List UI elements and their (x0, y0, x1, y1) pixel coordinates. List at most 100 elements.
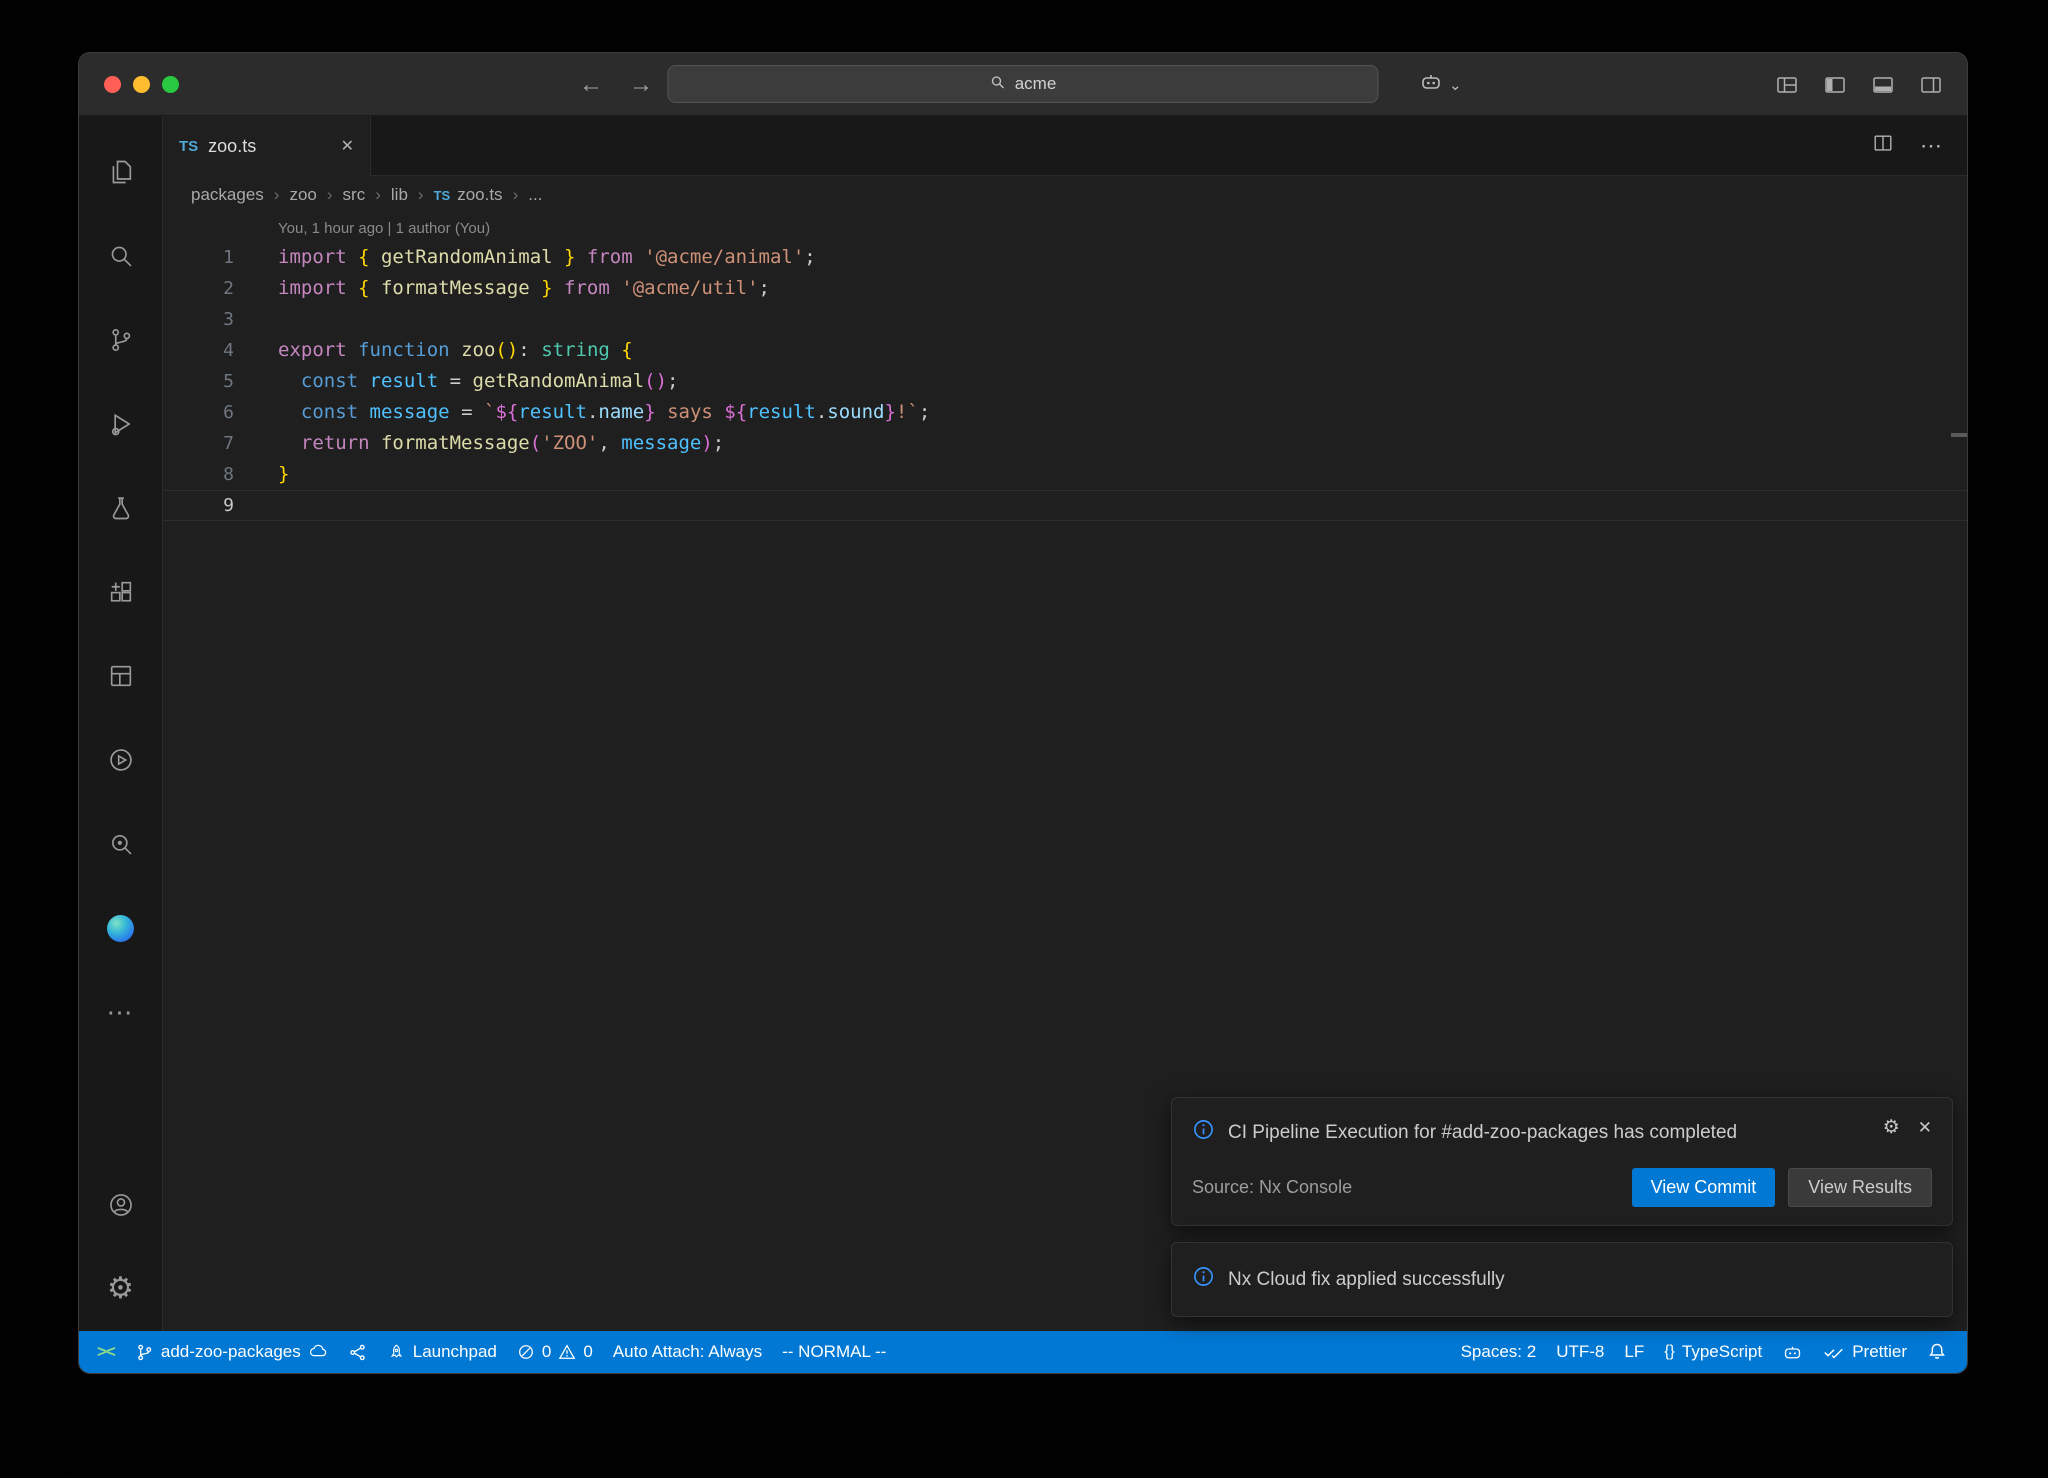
toggle-primary-sidebar-button[interactable] (1823, 73, 1847, 97)
line-number[interactable]: 5 (163, 366, 278, 397)
warning-count: 0 (583, 1342, 592, 1362)
remote-icon: >< (97, 1342, 115, 1362)
accounts-icon[interactable] (79, 1163, 163, 1247)
code-line[interactable]: 1import { getRandomAnimal } from '@acme/… (163, 242, 1967, 273)
navigate-back-button[interactable]: ← (579, 71, 603, 99)
breadcrumb-item[interactable]: zoo.ts (457, 185, 502, 205)
bell-icon (1927, 1342, 1947, 1362)
navigate-forward-button[interactable]: → (629, 71, 653, 99)
view-commit-button[interactable]: View Commit (1632, 1168, 1776, 1207)
vscode-window: ← → acme ⌄ (78, 52, 1968, 1374)
codelens-blame[interactable]: You, 1 hour ago | 1 author (You) (163, 216, 1967, 242)
notification-settings-icon[interactable]: ⚙ (1883, 1118, 1900, 1137)
status-bar: >< add-zoo-packages (79, 1331, 1967, 1373)
command-center-search[interactable]: acme (668, 65, 1379, 103)
warning-icon (558, 1343, 576, 1361)
close-window-button[interactable] (104, 76, 121, 93)
zoom-window-button[interactable] (162, 76, 179, 93)
search-view-icon[interactable] (79, 214, 163, 298)
notification-area: CI Pipeline Execution for #add-zoo-packa… (1171, 1097, 1953, 1317)
toggle-secondary-sidebar-button[interactable] (1919, 73, 1943, 97)
code-line[interactable]: 9 (163, 490, 1967, 521)
code-line[interactable]: 4export function zoo(): string { (163, 335, 1967, 366)
line-number[interactable]: 1 (163, 242, 278, 273)
tab-close-icon[interactable]: ✕ (341, 136, 354, 156)
breadcrumb-item[interactable]: lib (391, 185, 408, 205)
double-check-icon (1823, 1343, 1845, 1361)
vim-mode-item[interactable]: -- NORMAL -- (772, 1331, 896, 1373)
launchpad-item[interactable]: Launchpad (377, 1331, 507, 1373)
encoding-item[interactable]: UTF-8 (1546, 1331, 1614, 1373)
notification-toast-ci: CI Pipeline Execution for #add-zoo-packa… (1171, 1097, 1953, 1225)
breadcrumb-item[interactable]: packages (191, 185, 264, 205)
notifications-bell-item[interactable] (1917, 1331, 1957, 1373)
code-text: import { formatMessage } from '@acme/uti… (278, 273, 770, 304)
custom-view-icon[interactable] (79, 634, 163, 718)
code-text: import { getRandomAnimal } from '@acme/a… (278, 242, 816, 273)
tab-zoo-ts[interactable]: TS zoo.ts ✕ (163, 116, 371, 176)
code-line[interactable]: 6 const message = `${result.name} says $… (163, 397, 1967, 428)
code-line[interactable]: 7 return formatMessage('ZOO', message); (163, 428, 1967, 459)
minimize-window-button[interactable] (133, 76, 150, 93)
eol-label: LF (1624, 1342, 1644, 1362)
line-number[interactable]: 2 (163, 273, 278, 304)
nx-console-icon[interactable] (79, 718, 163, 802)
info-icon (1192, 1118, 1215, 1146)
branch-name: add-zoo-packages (161, 1342, 301, 1362)
error-icon (517, 1343, 535, 1361)
line-number[interactable]: 6 (163, 397, 278, 428)
code-line[interactable]: 2import { formatMessage } from '@acme/ut… (163, 273, 1967, 304)
code-line[interactable]: 5 const result = getRandomAnimal(); (163, 366, 1967, 397)
editor-more-actions-icon[interactable]: ⋯ (1920, 133, 1943, 159)
breadcrumb-item[interactable]: zoo (289, 185, 316, 205)
code-lines: 1import { getRandomAnimal } from '@acme/… (163, 242, 1967, 521)
auto-attach-item[interactable]: Auto Attach: Always (603, 1331, 772, 1373)
source-control-icon[interactable] (79, 298, 163, 382)
edge-tools-icon[interactable] (79, 886, 163, 970)
view-results-button[interactable]: View Results (1788, 1168, 1932, 1207)
remote-indicator[interactable]: >< (87, 1331, 125, 1373)
code-text: export function zoo(): string { (278, 335, 633, 366)
code-line[interactable]: 8} (163, 459, 1967, 490)
encoding-label: UTF-8 (1556, 1342, 1604, 1362)
breadcrumb-overflow[interactable]: ... (528, 185, 542, 205)
notification-close-icon[interactable]: ✕ (1918, 1119, 1932, 1136)
breadcrumb-separator: › (375, 185, 381, 205)
language-mode-item[interactable]: {} TypeScript (1654, 1331, 1772, 1373)
code-text: } (278, 459, 289, 490)
run-debug-icon[interactable] (79, 382, 163, 466)
breadcrumb-item[interactable]: src (343, 185, 366, 205)
line-number[interactable]: 8 (163, 459, 278, 490)
rocket-icon (387, 1343, 406, 1362)
code-text: const message = `${result.name} says ${r… (278, 397, 930, 428)
settings-gear-icon[interactable]: ⚙ (79, 1247, 163, 1331)
customize-layout-button[interactable] (1775, 73, 1799, 97)
notification-message: CI Pipeline Execution for #add-zoo-packa… (1228, 1118, 1783, 1147)
git-branch-item[interactable]: add-zoo-packages (125, 1331, 338, 1373)
code-search-icon[interactable] (79, 802, 163, 886)
breadcrumb-separator: › (274, 185, 280, 205)
extensions-icon[interactable] (79, 550, 163, 634)
additional-views-icon[interactable]: ⋯ (79, 970, 163, 1054)
tab-bar: TS zoo.ts ✕ ⋯ (163, 116, 1967, 176)
copilot-status-item[interactable] (1772, 1331, 1813, 1373)
line-number[interactable]: 7 (163, 428, 278, 459)
problems-item[interactable]: 0 0 (507, 1331, 603, 1373)
line-number[interactable]: 3 (163, 304, 278, 335)
toggle-panel-button[interactable] (1871, 73, 1895, 97)
breadcrumb-separator: › (327, 185, 333, 205)
testing-icon[interactable] (79, 466, 163, 550)
code-line[interactable]: 3 (163, 304, 1967, 335)
search-icon (990, 74, 1006, 95)
notification-toast-nx-cloud: Nx Cloud fix applied successfully (1171, 1242, 1953, 1317)
eol-item[interactable]: LF (1614, 1331, 1654, 1373)
explorer-icon[interactable] (79, 130, 163, 214)
copilot-menu[interactable]: ⌄ (1419, 53, 1462, 116)
prettier-item[interactable]: Prettier (1813, 1331, 1917, 1373)
split-editor-icon[interactable] (1872, 132, 1894, 159)
line-number[interactable]: 4 (163, 335, 278, 366)
indentation-item[interactable]: Spaces: 2 (1451, 1331, 1547, 1373)
line-number[interactable]: 9 (163, 491, 278, 520)
git-actions-item[interactable] (338, 1331, 377, 1373)
tab-label: zoo.ts (208, 136, 330, 157)
